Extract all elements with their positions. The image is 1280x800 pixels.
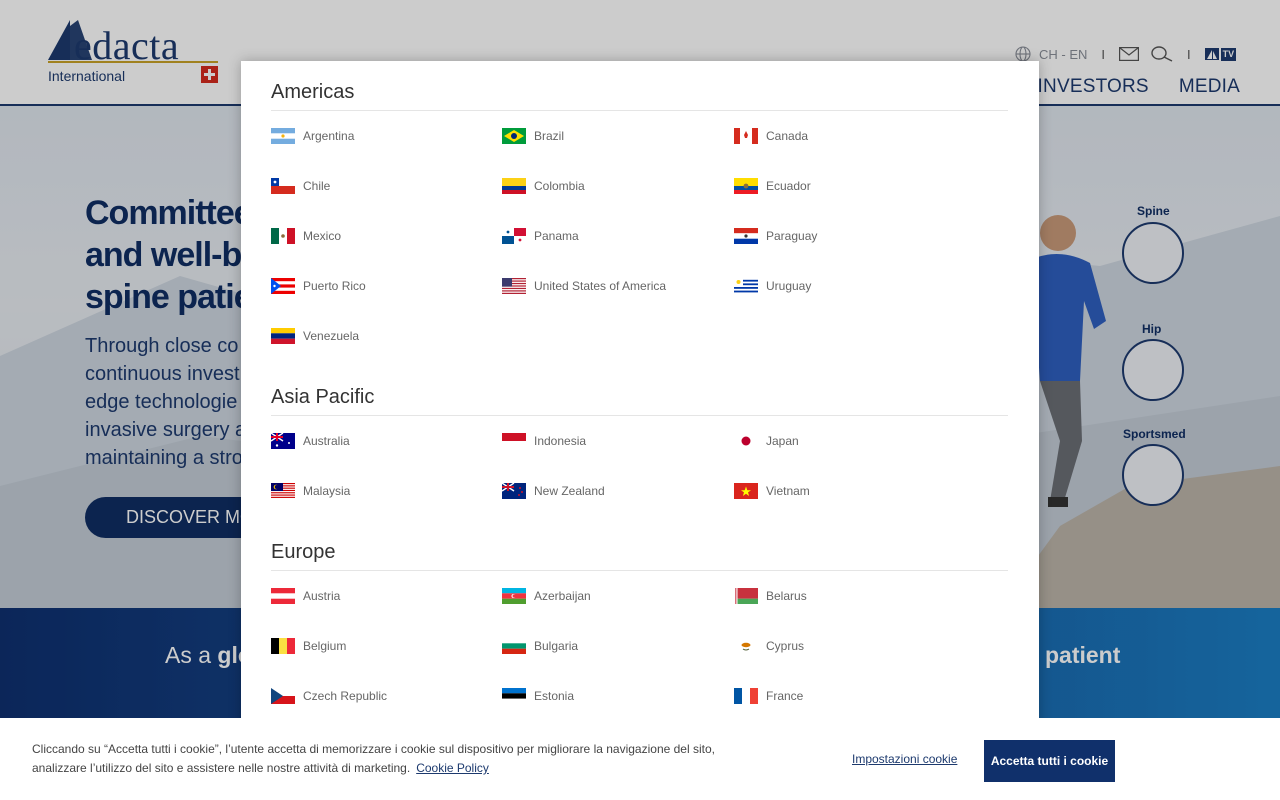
country-name: Malaysia [303, 484, 351, 498]
country-name: Azerbaijan [534, 589, 591, 603]
country-belgium[interactable]: Belgium [271, 637, 346, 655]
country-brazil[interactable]: Brazil [502, 127, 564, 145]
country-puerto-rico[interactable]: Puerto Rico [271, 277, 366, 295]
cookie-text: Cliccando su “Accetta tutti i cookie”, l… [32, 740, 722, 778]
country-name: Uruguay [766, 279, 812, 293]
country-name: Australia [303, 434, 350, 448]
country-name: Vietnam [766, 484, 810, 498]
cookie-text-part: analizzare l’utilizzo del sito e assiste… [32, 761, 411, 775]
venezuela-flag-icon [271, 328, 295, 344]
puerto-rico-flag-icon [271, 278, 295, 294]
ecuador-flag-icon [734, 178, 758, 194]
country-name: Colombia [534, 179, 585, 193]
country-name: Estonia [534, 689, 575, 703]
argentina-flag-icon [271, 128, 295, 144]
country-name: Brazil [534, 129, 565, 143]
country-name: United States of America [534, 279, 667, 293]
country-name: France [766, 689, 804, 703]
belarus-flag-icon [734, 588, 758, 604]
france-flag-icon [734, 688, 758, 704]
country-selector-modal: Americas Argentina Brazil Canada Chile C… [241, 61, 1039, 741]
paraguay-flag-icon [734, 228, 758, 244]
country-name: Bulgaria [534, 639, 579, 653]
country-name: Canada [766, 129, 809, 143]
country-france[interactable]: France [734, 687, 803, 705]
czech-flag-icon [271, 688, 295, 704]
cookie-settings-link[interactable]: Impostazioni cookie [852, 752, 957, 766]
country-new-zealand[interactable]: New Zealand [502, 482, 605, 500]
country-malaysia[interactable]: Malaysia [271, 482, 350, 500]
region-europe: Europe [271, 537, 1008, 571]
malaysia-flag-icon [271, 483, 295, 499]
country-name: Panama [534, 229, 579, 243]
cyprus-flag-icon [734, 638, 758, 654]
cookie-banner: Cliccando su “Accetta tutti i cookie”, l… [0, 718, 1280, 800]
region-title: Europe [271, 537, 1008, 571]
country-name: Argentina [303, 129, 355, 143]
panama-flag-icon [502, 228, 526, 244]
country-mexico[interactable]: Mexico [271, 227, 341, 245]
country-panama[interactable]: Panama [502, 227, 579, 245]
country-austria[interactable]: Austria [271, 587, 340, 605]
country-name: Indonesia [534, 434, 587, 448]
country-indonesia[interactable]: Indonesia [502, 432, 586, 450]
cookie-text-line-2: analizzare l’utilizzo del sito e assiste… [32, 759, 722, 778]
country-name: Ecuador [766, 179, 811, 193]
country-bulgaria[interactable]: Bulgaria [502, 637, 578, 655]
country-venezuela[interactable]: Venezuela [271, 327, 359, 345]
country-name: Japan [766, 434, 799, 448]
chile-flag-icon [271, 178, 295, 194]
japan-flag-icon [734, 433, 758, 449]
cookie-text-line: Cliccando su “Accetta tutti i cookie”, l… [32, 742, 715, 756]
region-title: Americas [271, 77, 1008, 111]
country-czech-republic[interactable]: Czech Republic [271, 687, 387, 705]
accept-all-cookies-button[interactable]: Accetta tutti i cookie [984, 740, 1115, 782]
country-name: Puerto Rico [303, 279, 366, 293]
indonesia-flag-icon [502, 433, 526, 449]
country-argentina[interactable]: Argentina [271, 127, 354, 145]
country-name: Belgium [303, 639, 347, 653]
country-cyprus[interactable]: Cyprus [734, 637, 804, 655]
vietnam-flag-icon [734, 483, 758, 499]
cookie-policy-link[interactable]: Cookie Policy [416, 761, 489, 775]
country-estonia[interactable]: Estonia [502, 687, 574, 705]
new-zealand-flag-icon [502, 483, 526, 499]
bulgaria-flag-icon [502, 638, 526, 654]
country-name: Venezuela [303, 329, 360, 343]
azerbaijan-flag-icon [502, 588, 526, 604]
region-americas: Americas [271, 77, 1008, 111]
usa-flag-icon [502, 278, 526, 294]
country-japan[interactable]: Japan [734, 432, 799, 450]
country-name: Belarus [766, 589, 807, 603]
country-name: New Zealand [534, 484, 605, 498]
country-colombia[interactable]: Colombia [502, 177, 585, 195]
country-name: Cyprus [766, 639, 805, 653]
australia-flag-icon [271, 433, 295, 449]
country-name: Austria [303, 589, 341, 603]
country-name: Paraguay [766, 229, 818, 243]
country-vietnam[interactable]: Vietnam [734, 482, 810, 500]
belgium-flag-icon [271, 638, 295, 654]
estonia-flag-icon [502, 688, 526, 704]
austria-flag-icon [271, 588, 295, 604]
country-usa[interactable]: United States of America [502, 277, 666, 295]
region-title: Asia Pacific [271, 382, 1008, 416]
country-uruguay[interactable]: Uruguay [734, 277, 811, 295]
country-ecuador[interactable]: Ecuador [734, 177, 811, 195]
country-name: Czech Republic [303, 689, 388, 703]
country-belarus[interactable]: Belarus [734, 587, 807, 605]
country-name: Mexico [303, 229, 342, 243]
country-chile[interactable]: Chile [271, 177, 330, 195]
mexico-flag-icon [271, 228, 295, 244]
brazil-flag-icon [502, 128, 526, 144]
country-azerbaijan[interactable]: Azerbaijan [502, 587, 591, 605]
colombia-flag-icon [502, 178, 526, 194]
uruguay-flag-icon [734, 278, 758, 294]
country-name: Chile [303, 179, 331, 193]
country-paraguay[interactable]: Paraguay [734, 227, 817, 245]
canada-flag-icon [734, 128, 758, 144]
country-canada[interactable]: Canada [734, 127, 808, 145]
country-australia[interactable]: Australia [271, 432, 350, 450]
region-asia-pacific: Asia Pacific [271, 382, 1008, 416]
